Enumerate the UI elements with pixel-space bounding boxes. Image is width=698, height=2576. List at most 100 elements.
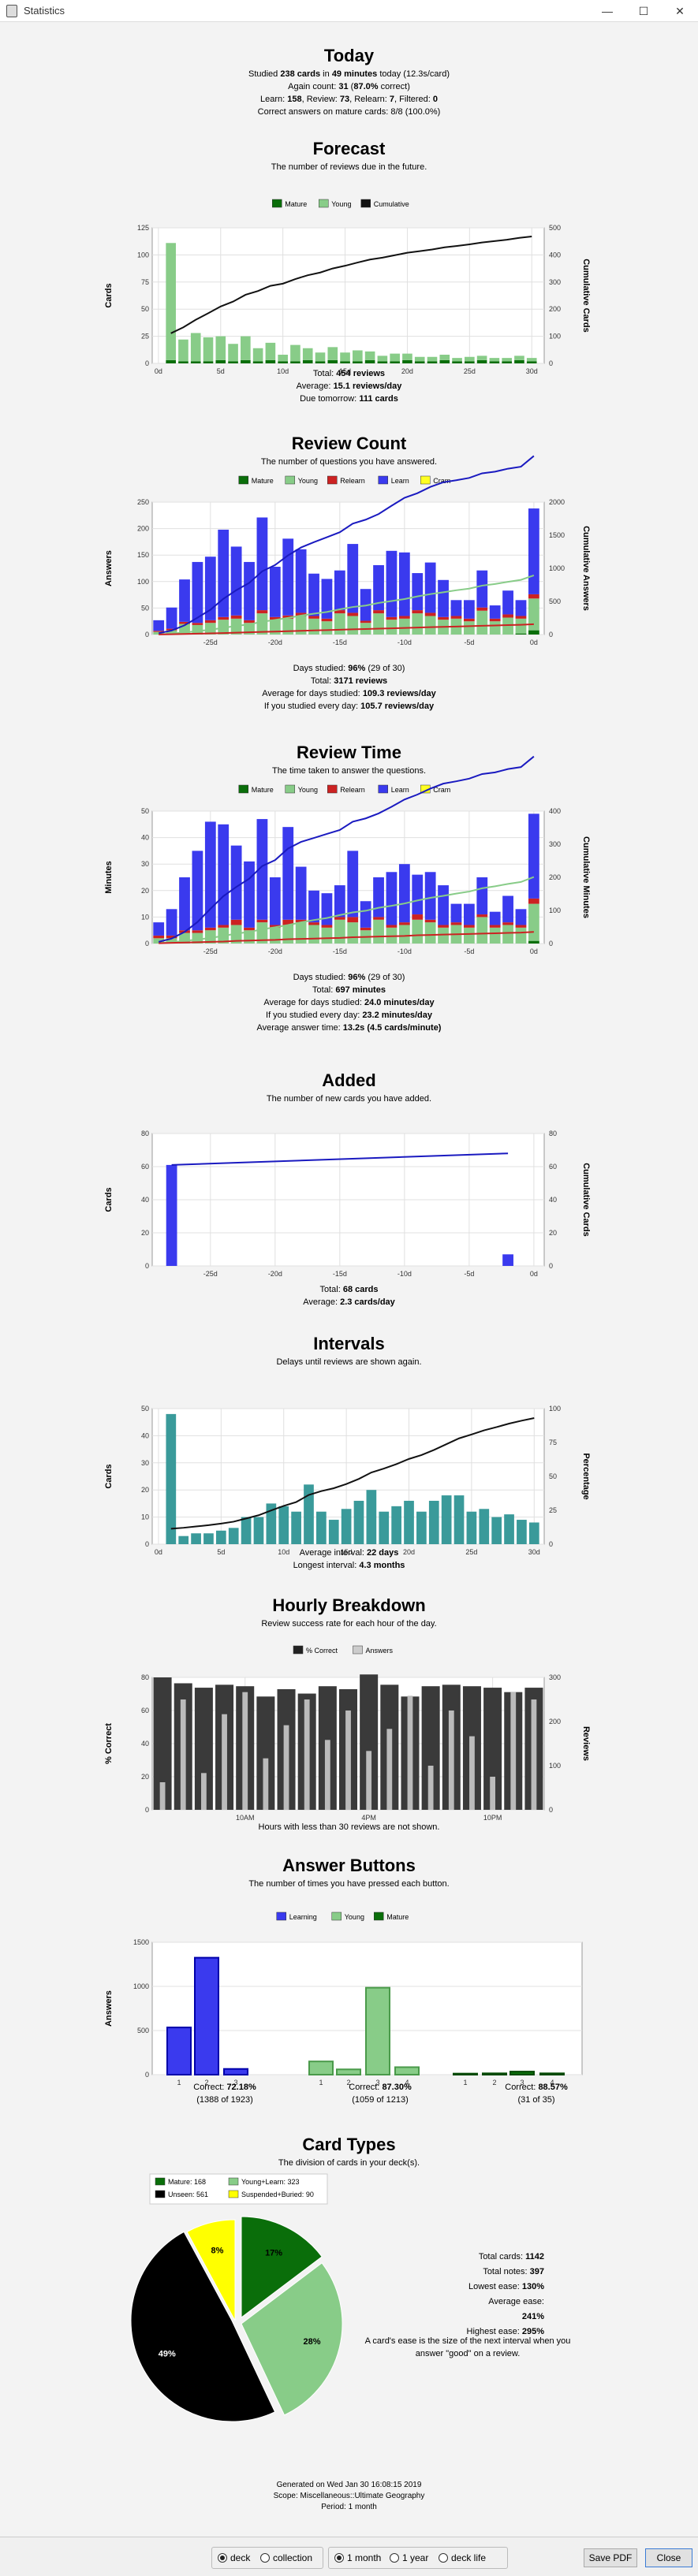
reviewcount-bar-relearn xyxy=(438,616,449,620)
reviewcount-bar-relearn xyxy=(450,616,462,619)
cardtypes-legend-label: Young+Learn: 323 xyxy=(241,2178,300,2186)
cardtypes-legend-swatch xyxy=(155,2190,166,2198)
buttons-legend-label: Learning xyxy=(289,1913,317,1921)
close-button[interactable]: Close xyxy=(645,2548,692,2567)
minimize-button[interactable]: — xyxy=(589,0,625,22)
reviewtime-bar-relearn xyxy=(334,917,345,920)
buttons-legend-label: Young xyxy=(345,1913,364,1921)
reviewcount-y2tick: 500 xyxy=(549,597,561,605)
hourly-xtick: 10PM xyxy=(483,1814,502,1822)
cardtypes-subtitle: The division of cards in your deck(s). xyxy=(278,2158,420,2168)
reviewtime-title: Review Time xyxy=(297,743,401,762)
buttons-legend-label: Mature xyxy=(386,1913,409,1921)
buttons-bar xyxy=(482,2072,507,2076)
reviewtime-bar-relearn xyxy=(218,925,230,928)
radio-1-year[interactable]: 1 year xyxy=(390,2552,428,2563)
forecast-bar-mature xyxy=(190,361,201,363)
forecast-ytick: 125 xyxy=(137,224,149,232)
radio-1-month[interactable]: 1 month xyxy=(334,2552,381,2563)
buttons-bar xyxy=(166,2027,192,2075)
reviewcount-bar-learn xyxy=(153,620,165,631)
buttons-bar xyxy=(394,2066,420,2075)
today-summary: Studied 238 cards in 49 minutes today (1… xyxy=(248,69,450,117)
cardtypes-legend-swatch xyxy=(228,2190,239,2198)
intervals-ytick: 10 xyxy=(141,1513,149,1521)
generated-text: Generated on Wed Jan 30 16:08:15 2019 xyxy=(276,2481,422,2489)
forecast-bar-mature xyxy=(364,359,375,363)
reviewtime-bar-relearn xyxy=(256,919,268,923)
save-pdf-button[interactable]: Save PDF xyxy=(584,2548,637,2567)
reviewcount-bar-relearn xyxy=(502,614,513,618)
radio-deck-life[interactable]: deck life xyxy=(439,2552,486,2563)
reviewcount-bar-young xyxy=(515,618,527,634)
forecast-bar-mature xyxy=(178,361,188,363)
hourly-note: Hours with less than 30 reviews are not … xyxy=(258,1822,440,1832)
intervals-bar xyxy=(178,1536,189,1544)
maximize-button[interactable]: ☐ xyxy=(625,0,662,22)
stats-content[interactable]: Today Studied 238 cards in 49 minutes to… xyxy=(0,22,698,2537)
added-xtick: -5d xyxy=(464,1270,474,1278)
buttons-bar xyxy=(365,1986,390,2075)
reviewcount-bar-learn xyxy=(489,605,501,619)
forecast-bar-young xyxy=(327,347,338,360)
forecast-legend-swatch xyxy=(360,199,371,208)
close-window-button[interactable]: ✕ xyxy=(662,0,698,22)
forecast-y2tick: 200 xyxy=(549,305,561,313)
reviewtime-bar-young xyxy=(515,927,527,944)
reviewtime-ytick: 0 xyxy=(145,940,149,947)
added-chart: 0 20 40 60 80 0 20 40 60 80 Cards Cumulative Cards -… xyxy=(104,1130,591,1278)
reviewtime-legend-label: Learn xyxy=(391,786,409,794)
reviewtime-bar-learn xyxy=(502,895,513,923)
radio-deck[interactable]: deck xyxy=(218,2552,250,2563)
radio-collection[interactable]: collection xyxy=(260,2552,312,2563)
radio-collection-indicator[interactable] xyxy=(260,2553,270,2563)
radio-deck-life-indicator[interactable] xyxy=(439,2553,448,2563)
hourly-bar-answers xyxy=(427,1766,434,1810)
reviewtime-ytick: 50 xyxy=(141,807,149,815)
radio-1-year-indicator[interactable] xyxy=(390,2553,399,2563)
added-xtick: -15d xyxy=(333,1270,347,1278)
reviewtime-bar-young xyxy=(373,919,384,944)
hourly-bar-answers xyxy=(510,1692,517,1810)
reviewtime-bar-relearn xyxy=(398,922,410,925)
reviewcount-xtick: -20d xyxy=(268,638,282,646)
forecast-bar-young xyxy=(290,344,300,362)
reviewcount-ylabel: Answers xyxy=(104,550,114,586)
buttons-bar xyxy=(308,2060,334,2075)
reviewtime-bar-relearn xyxy=(244,927,255,931)
hourly-bar-answers xyxy=(304,1699,310,1810)
reviewcount-ytick: 200 xyxy=(137,525,149,533)
reviewcount-y2label: Cumulative Answers xyxy=(581,526,591,611)
reviewcount-bar-learn xyxy=(308,573,319,616)
reviewtime-bar-learn xyxy=(360,901,371,928)
reviewtime-summary: Days studied: 96% (29 of 30) Total: 697 … xyxy=(256,973,442,1033)
app-icon xyxy=(6,5,17,17)
reviewcount-title: Review Count xyxy=(291,434,407,453)
hourly-subtitle: Review success rate for each hour of the… xyxy=(261,1619,437,1629)
hourly-bar-answers xyxy=(531,1699,537,1810)
reviewtime-ytick: 10 xyxy=(141,913,149,921)
reviewtime-xtick: -10d xyxy=(398,947,412,955)
reviewcount-chart: 0 50 100 150 200 250 0 500 1000 1500 2000 Answers Cu… xyxy=(104,455,591,646)
added-xtick: -25d xyxy=(203,1270,218,1278)
radio-deck-indicator[interactable] xyxy=(218,2553,227,2563)
forecast-bar-young xyxy=(302,348,313,360)
intervals-bar xyxy=(517,1520,527,1544)
window-title: Statistics xyxy=(24,5,65,17)
forecast-bar-young xyxy=(166,243,176,360)
intervals-ytick: 30 xyxy=(141,1459,149,1467)
forecast-bar-young xyxy=(228,344,238,362)
reviewcount-legend-swatch xyxy=(420,475,431,485)
forecast-bar-young xyxy=(414,356,425,362)
added-ytick: 40 xyxy=(141,1196,149,1204)
reviewcount-bar-young xyxy=(476,610,488,635)
cardtypes-chart: Mature: 168 Young+Learn: 323 Unseen: 561 Su… xyxy=(130,2173,343,2422)
reviewcount-xtick: -25d xyxy=(203,638,218,646)
forecast-bar-mature xyxy=(465,361,475,363)
radio-1-month-indicator[interactable] xyxy=(334,2553,344,2563)
cardtypes-slice-label: 8% xyxy=(211,2247,223,2256)
reviewcount-bar-learn xyxy=(476,570,488,608)
intervals-bar xyxy=(366,1490,377,1544)
forecast-legend-label: Young xyxy=(331,200,351,208)
reviewtime-bar-relearn xyxy=(463,925,475,928)
